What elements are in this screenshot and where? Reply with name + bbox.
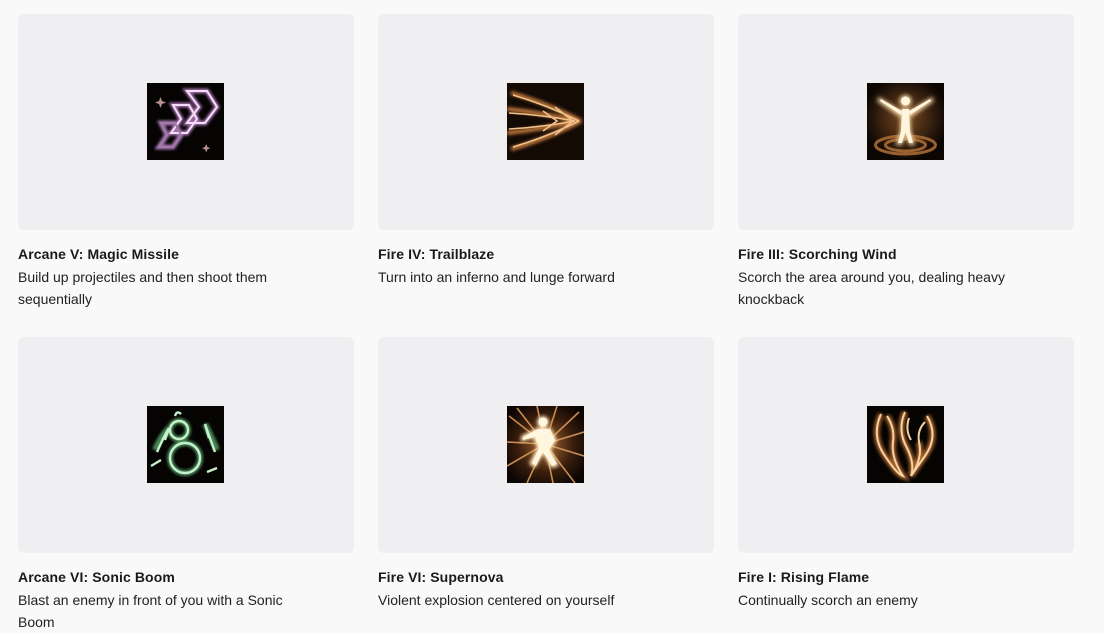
ability-thumbnail[interactable]: [378, 14, 714, 230]
trailblaze-icon: [507, 83, 584, 160]
scorching-wind-icon: [867, 83, 944, 160]
ability-card-trailblaze[interactable]: Fire IV: Trailblaze Turn into an inferno…: [378, 14, 714, 288]
ability-title: Fire IV: Trailblaze: [378, 246, 495, 262]
ability-description: Build up projectiles and then shoot them…: [18, 269, 268, 307]
ability-description: Violent explosion centered on yourself: [378, 592, 615, 608]
ability-description: Continually scorch an enemy: [738, 592, 918, 608]
ability-thumbnail[interactable]: [378, 337, 714, 553]
ability-title: Fire I: Rising Flame: [738, 569, 870, 585]
ability-description: Turn into an inferno and lunge forward: [378, 269, 615, 285]
rising-flame-icon: [867, 406, 944, 483]
ability-title: Arcane V: Magic Missile: [18, 246, 180, 262]
magic-missile-icon: [147, 83, 224, 160]
ability-title: Fire VI: Supernova: [378, 569, 504, 585]
ability-thumbnail[interactable]: [18, 337, 354, 553]
supernova-icon: [507, 406, 584, 483]
ability-thumbnail[interactable]: [18, 14, 354, 230]
ability-title: Arcane VI: Sonic Boom: [18, 569, 175, 585]
ability-thumbnail[interactable]: [738, 337, 1074, 553]
ability-card-scorching-wind[interactable]: Fire III: Scorching Wind Scorch the area…: [738, 14, 1074, 310]
ability-card-rising-flame[interactable]: Fire I: Rising Flame Continually scorch …: [738, 337, 1074, 611]
ability-title: Fire III: Scorching Wind: [738, 246, 897, 262]
ability-card-supernova[interactable]: Fire VI: Supernova Violent explosion cen…: [378, 337, 714, 611]
sonic-boom-icon: [147, 406, 224, 483]
ability-card-magic-missile[interactable]: Arcane V: Magic Missile Build up project…: [18, 14, 354, 310]
ability-description: Blast an enemy in front of you with a So…: [18, 592, 283, 630]
ability-thumbnail[interactable]: [738, 14, 1074, 230]
ability-card-sonic-boom[interactable]: Arcane VI: Sonic Boom Blast an enemy in …: [18, 337, 354, 633]
ability-description: Scorch the area around you, dealing heav…: [738, 269, 1005, 307]
